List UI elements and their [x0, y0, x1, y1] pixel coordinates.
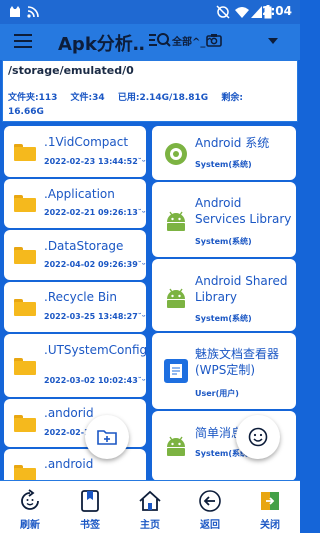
android-icon [167, 436, 185, 456]
file-name: .Application [44, 187, 115, 201]
new-folder-fab[interactable] [85, 415, 129, 459]
file-date: 2022-03-25 13:48:27˘ᵕ˘ [44, 312, 146, 321]
status-bar: 2:04 [0, 0, 300, 24]
camera-icon[interactable] [206, 33, 222, 47]
bookmark-icon [81, 490, 99, 512]
android-icon [167, 288, 185, 308]
app-type: System(系统) [195, 160, 252, 169]
file-name: .Recycle Bin [44, 290, 117, 304]
app-bar: Apk分析… 全部^_^ [0, 24, 300, 60]
dropdown-arrow-icon[interactable] [268, 38, 278, 44]
nav-back[interactable]: 返回 [180, 481, 240, 533]
app-name: Android Shared Library [195, 274, 288, 304]
folder-add-icon [97, 430, 117, 445]
nav-label: 返回 [200, 520, 220, 531]
folder-icon [14, 195, 36, 212]
nav-label: 关闭 [260, 520, 280, 531]
android-icon [167, 211, 185, 231]
folder-icon [14, 299, 36, 316]
storage-stats: 文件夹:113 文件:34 已用:2.14G/18.81G 剩余: 16.66G [8, 91, 293, 119]
files-stat: 文件:34 [70, 93, 105, 103]
list-item[interactable]: Android Shared Library System(系统) [152, 259, 296, 331]
rss-icon [27, 6, 39, 18]
home-icon [139, 490, 161, 511]
list-item[interactable]: Android 系统 System(系统) [152, 126, 296, 180]
folder-icon [14, 358, 36, 375]
nav-bookmark[interactable]: 书签 [60, 481, 120, 533]
nav-label: 主页 [140, 520, 160, 531]
emoji-fab[interactable] [236, 415, 280, 459]
file-date: 2022-02-1 [44, 428, 90, 437]
app-name: Android 系统 [195, 136, 270, 150]
folder-icon [14, 247, 36, 264]
menu-icon[interactable] [14, 34, 32, 48]
bottom-nav: 刷新 书签 主页 返回 关闭 [0, 480, 300, 533]
nav-label: 刷新 [20, 520, 40, 531]
file-name: .DataStorage [44, 239, 124, 253]
nav-refresh[interactable]: 刷新 [0, 481, 60, 533]
search-list-icon[interactable] [148, 30, 172, 52]
exit-icon [261, 492, 279, 510]
android-settings-icon [165, 143, 187, 165]
smiley-icon [248, 427, 268, 447]
clock: 2:04 [262, 4, 292, 18]
folder-icon [14, 144, 36, 161]
list-item[interactable]: .Recycle Bin 2022-03-25 13:48:27˘ᵕ˘ [4, 282, 146, 332]
folders-stat: 文件夹:113 [8, 93, 58, 103]
wifi-icon [235, 7, 249, 18]
app-name: Android Services Library [195, 196, 292, 226]
app-name: 魅族文档查看器(WPS定制) [195, 347, 280, 377]
nav-label: 书签 [80, 520, 100, 531]
folder-icon [14, 415, 36, 432]
file-date: 2022-02-23 13:44:52˘ᵕ˘ [44, 157, 146, 166]
storage-info-panel: /storage/emulated/0 文件夹:113 文件:34 已用:2.1… [2, 60, 298, 122]
refresh-icon [21, 489, 39, 510]
nav-home[interactable]: 主页 [120, 481, 180, 533]
app-type: User(用户) [195, 389, 239, 398]
file-name: .android [44, 457, 94, 471]
file-date: 2022-03-02 10:02:43˘ᵕ˘ [44, 376, 146, 385]
list-item[interactable]: .Application 2022-02-21 09:26:13˘ᵕ˘ [4, 179, 146, 228]
folder-icon [14, 465, 36, 480]
list-item[interactable]: .DataStorage 2022-04-02 09:26:39˘ᵕ˘ [4, 230, 146, 280]
file-name: .1VidCompact [44, 135, 129, 149]
back-icon [199, 490, 221, 512]
used-stat: 已用:2.14G/18.81G [117, 93, 209, 103]
file-date: 2022-02-21 09:26:13˘ᵕ˘ [44, 208, 146, 217]
file-date: 2022-04-02 09:26:39˘ᵕ˘ [44, 260, 146, 269]
alarm-off-icon [216, 5, 230, 19]
app-type: System(系统) [195, 314, 252, 323]
nav-exit[interactable]: 关闭 [240, 481, 300, 533]
cat-app-icon [10, 6, 20, 17]
list-item[interactable]: 魅族文档查看器(WPS定制) User(用户) [152, 333, 296, 409]
list-item[interactable]: Android Services Library System(系统) [152, 182, 296, 257]
file-name: .andorid [44, 406, 94, 420]
current-path: /storage/emulated/0 [8, 64, 134, 77]
wps-document-icon [164, 359, 188, 383]
app-type: System(系统) [195, 237, 252, 246]
file-name: .UTSystemConfig [44, 343, 146, 357]
list-item[interactable]: .UTSystemConfig 2022-03-02 10:02:43˘ᵕ˘ [4, 334, 146, 397]
app-title: Apk分析… [58, 34, 144, 55]
list-item[interactable]: .android [4, 449, 146, 480]
list-item[interactable]: .1VidCompact 2022-02-23 13:44:52˘ᵕ˘ [4, 126, 146, 177]
